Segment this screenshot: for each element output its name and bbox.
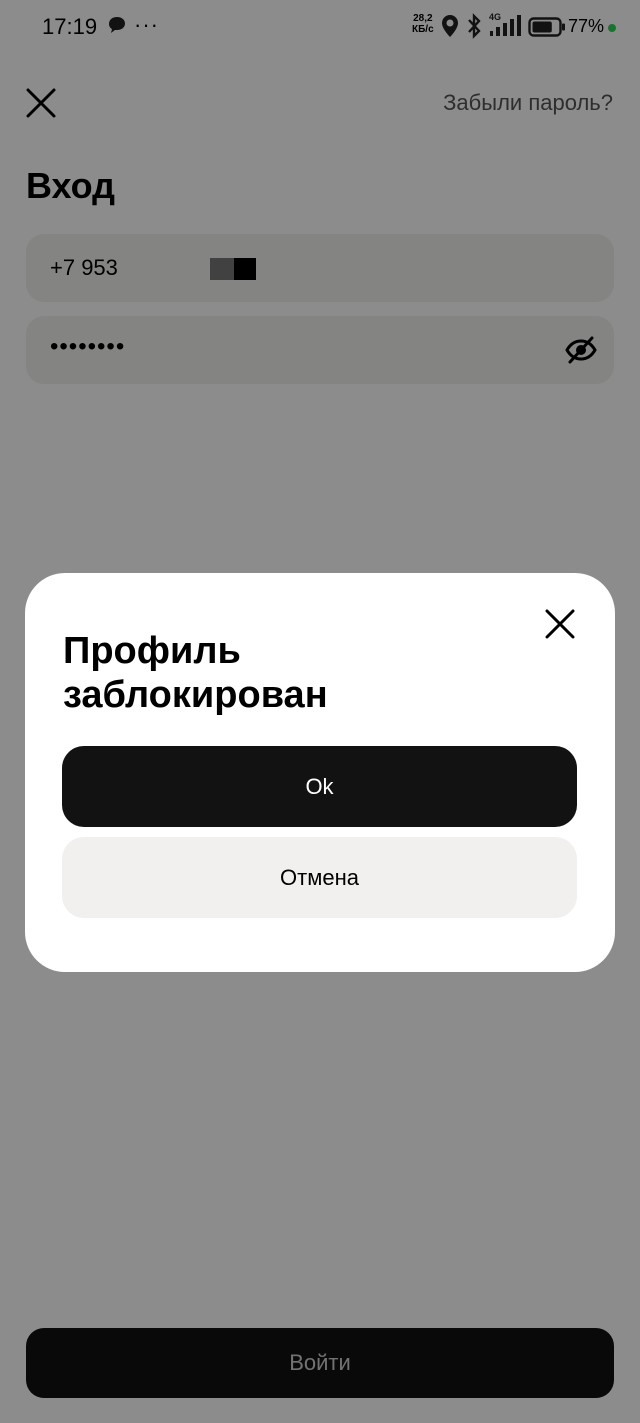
ok-button[interactable]: Ok bbox=[62, 746, 577, 827]
cancel-button[interactable]: Отмена bbox=[62, 837, 577, 918]
dialog-close-icon[interactable] bbox=[543, 607, 577, 641]
profile-blocked-dialog: Профиль заблокирован Ok Отмена bbox=[25, 573, 615, 972]
dialog-title: Профиль заблокирован bbox=[63, 630, 328, 716]
